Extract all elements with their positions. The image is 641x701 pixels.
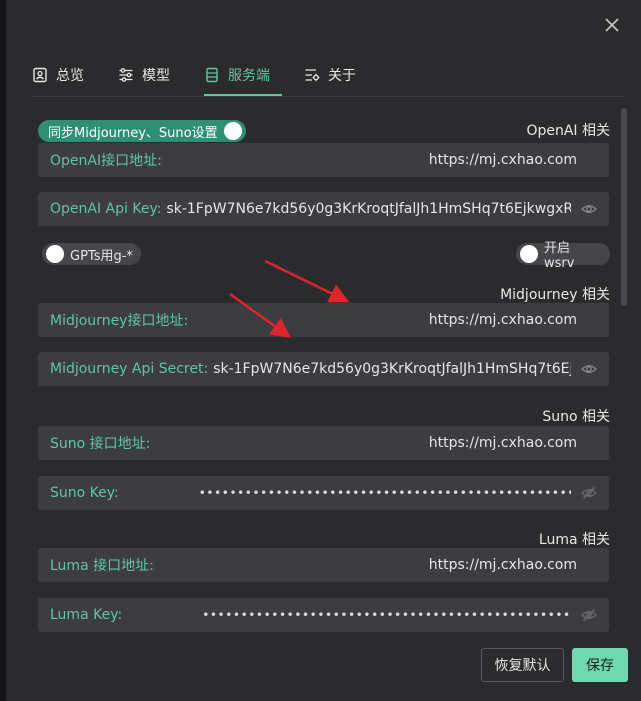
sync-settings-toggle-label: 同步Midjourney、Suno设置 <box>48 125 218 141</box>
openai-endpoint-label: OpenAI接口地址: <box>50 153 162 169</box>
tab-overview-label: 总览 <box>56 68 84 84</box>
luma-endpoint-label: Luma 接口地址: <box>50 558 154 574</box>
settings-list-icon <box>304 67 320 83</box>
toggle-knob <box>46 245 64 263</box>
wsrv-toggle-label: 开启 wsrv <box>544 241 575 271</box>
eye-off-icon[interactable] <box>581 607 597 623</box>
luma-key-field[interactable]: Luma Key: ••••••••••••••••••••••••••••••… <box>38 598 609 632</box>
luma-section-header: Luma 相关 <box>38 529 610 549</box>
suno-section-title: Suno 相关 <box>542 409 610 425</box>
gpts-toggle[interactable]: GPTs用g-* <box>42 243 141 265</box>
tab-overview[interactable]: 总览 <box>32 58 96 92</box>
midjourney-endpoint-input[interactable]: https://mj.cxhao.com <box>188 312 597 328</box>
openai-endpoint-input[interactable]: https://mj.cxhao.com <box>162 152 597 168</box>
luma-section-title: Luma 相关 <box>538 532 610 548</box>
luma-endpoint-input[interactable]: https://mj.cxhao.com <box>154 557 597 573</box>
openai-key-field[interactable]: OpenAI Api Key: sk-1FpW7N6e7kd56y0g3KrKr… <box>38 192 609 226</box>
suno-endpoint-label: Suno 接口地址: <box>50 436 151 452</box>
tab-about[interactable]: 关于 <box>304 58 368 92</box>
sync-settings-toggle[interactable]: 同步Midjourney、Suno设置 <box>38 120 246 142</box>
tab-about-label: 关于 <box>328 68 356 84</box>
tab-models[interactable]: 模型 <box>118 58 182 92</box>
wsrv-toggle[interactable]: 开启 wsrv <box>516 241 610 271</box>
eye-icon[interactable] <box>581 361 597 377</box>
openai-section-title: OpenAI 相关 <box>526 123 610 139</box>
tab-divider <box>32 96 625 97</box>
luma-key-input[interactable]: ••••••••••••••••••••••••••••••••••••••••… <box>122 608 571 622</box>
tab-bar: 总览 模型 服务端 关于 <box>32 58 390 96</box>
openai-endpoint-field[interactable]: OpenAI接口地址: https://mj.cxhao.com <box>38 143 609 177</box>
midjourney-endpoint-field[interactable]: Midjourney接口地址: https://mj.cxhao.com <box>38 303 609 337</box>
close-icon[interactable] <box>603 16 621 34</box>
suno-endpoint-input[interactable]: https://mj.cxhao.com <box>150 435 597 451</box>
luma-key-label: Luma Key: <box>50 607 123 623</box>
tab-server[interactable]: 服务端 <box>204 58 282 96</box>
eye-off-icon[interactable] <box>581 485 597 501</box>
midjourney-section-header: Midjourney 相关 <box>38 284 610 304</box>
save-button[interactable]: 保存 <box>572 648 628 682</box>
suno-key-input[interactable]: ••••••••••••••••••••••••••••••••••••••••… <box>119 486 571 500</box>
openai-key-input[interactable]: sk-1FpW7N6e7kd56y0g3KrKroqtJfalJh1HmSHq7… <box>161 201 571 217</box>
suno-key-label: Suno Key: <box>50 485 119 501</box>
eye-icon[interactable] <box>581 201 597 217</box>
suno-key-field[interactable]: Suno Key: ••••••••••••••••••••••••••••••… <box>38 476 609 510</box>
sliders-icon <box>118 67 134 83</box>
gpts-toggle-label: GPTs用g-* <box>70 248 133 264</box>
suno-endpoint-field[interactable]: Suno 接口地址: https://mj.cxhao.com <box>38 426 609 460</box>
server-settings-panel: OpenAI 相关 同步Midjourney、Suno设置 OpenAI接口地址… <box>38 112 610 632</box>
suno-section-header: Suno 相关 <box>38 406 610 426</box>
tab-models-label: 模型 <box>142 68 170 84</box>
midjourney-secret-input[interactable]: sk-1FpW7N6e7kd56y0g3KrKroqtJfalJh1HmSHq7… <box>208 361 571 377</box>
toggle-knob <box>223 122 242 140</box>
overview-icon <box>32 67 48 83</box>
midjourney-section-title: Midjourney 相关 <box>500 287 610 303</box>
midjourney-endpoint-label: Midjourney接口地址: <box>50 313 189 329</box>
toggle-knob <box>520 245 538 263</box>
scrollbar-thumb[interactable] <box>621 108 627 306</box>
reset-defaults-button[interactable]: 恢复默认 <box>481 648 564 682</box>
midjourney-secret-label: Midjourney Api Secret: <box>50 361 209 377</box>
openai-key-label: OpenAI Api Key: <box>50 201 162 217</box>
tab-server-label: 服务端 <box>228 68 270 84</box>
luma-endpoint-field[interactable]: Luma 接口地址: https://mj.cxhao.com <box>38 548 609 582</box>
midjourney-secret-field[interactable]: Midjourney Api Secret: sk-1FpW7N6e7kd56y… <box>38 352 609 386</box>
settings-dialog: 总览 模型 服务端 关于 OpenAI 相关 同步Midjourney、Suno… <box>6 0 641 701</box>
server-icon <box>204 67 220 83</box>
